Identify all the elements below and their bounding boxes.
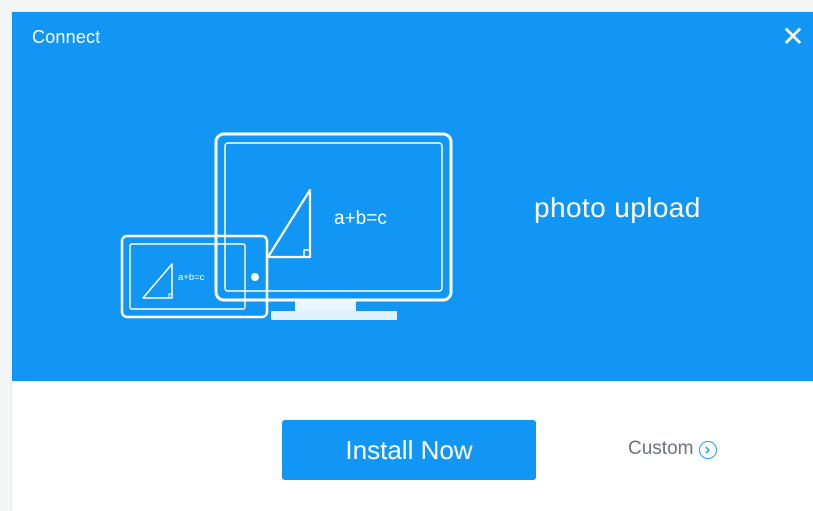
chevron-right-circle-icon bbox=[699, 441, 718, 459]
custom-label: Custom bbox=[628, 438, 694, 459]
headline: photo upload bbox=[534, 192, 701, 223]
tablet-formula: a+b=c bbox=[178, 272, 205, 283]
custom-link[interactable]: Custom bbox=[628, 438, 718, 460]
monitor-stand bbox=[295, 301, 356, 311]
monitor-base-shadow bbox=[271, 311, 397, 320]
installer-window: Connect ✕ a+b=c a+b=c photo upload Insta… bbox=[12, 12, 813, 511]
tablet-home-button bbox=[251, 273, 259, 281]
monitor-triangle bbox=[266, 188, 312, 259]
monitor-formula: a+b=c bbox=[334, 208, 387, 229]
tablet-triangle bbox=[142, 263, 173, 299]
install-now-button[interactable]: Install Now bbox=[282, 420, 536, 480]
hero-banner: Connect ✕ a+b=c a+b=c photo upload bbox=[12, 12, 813, 381]
